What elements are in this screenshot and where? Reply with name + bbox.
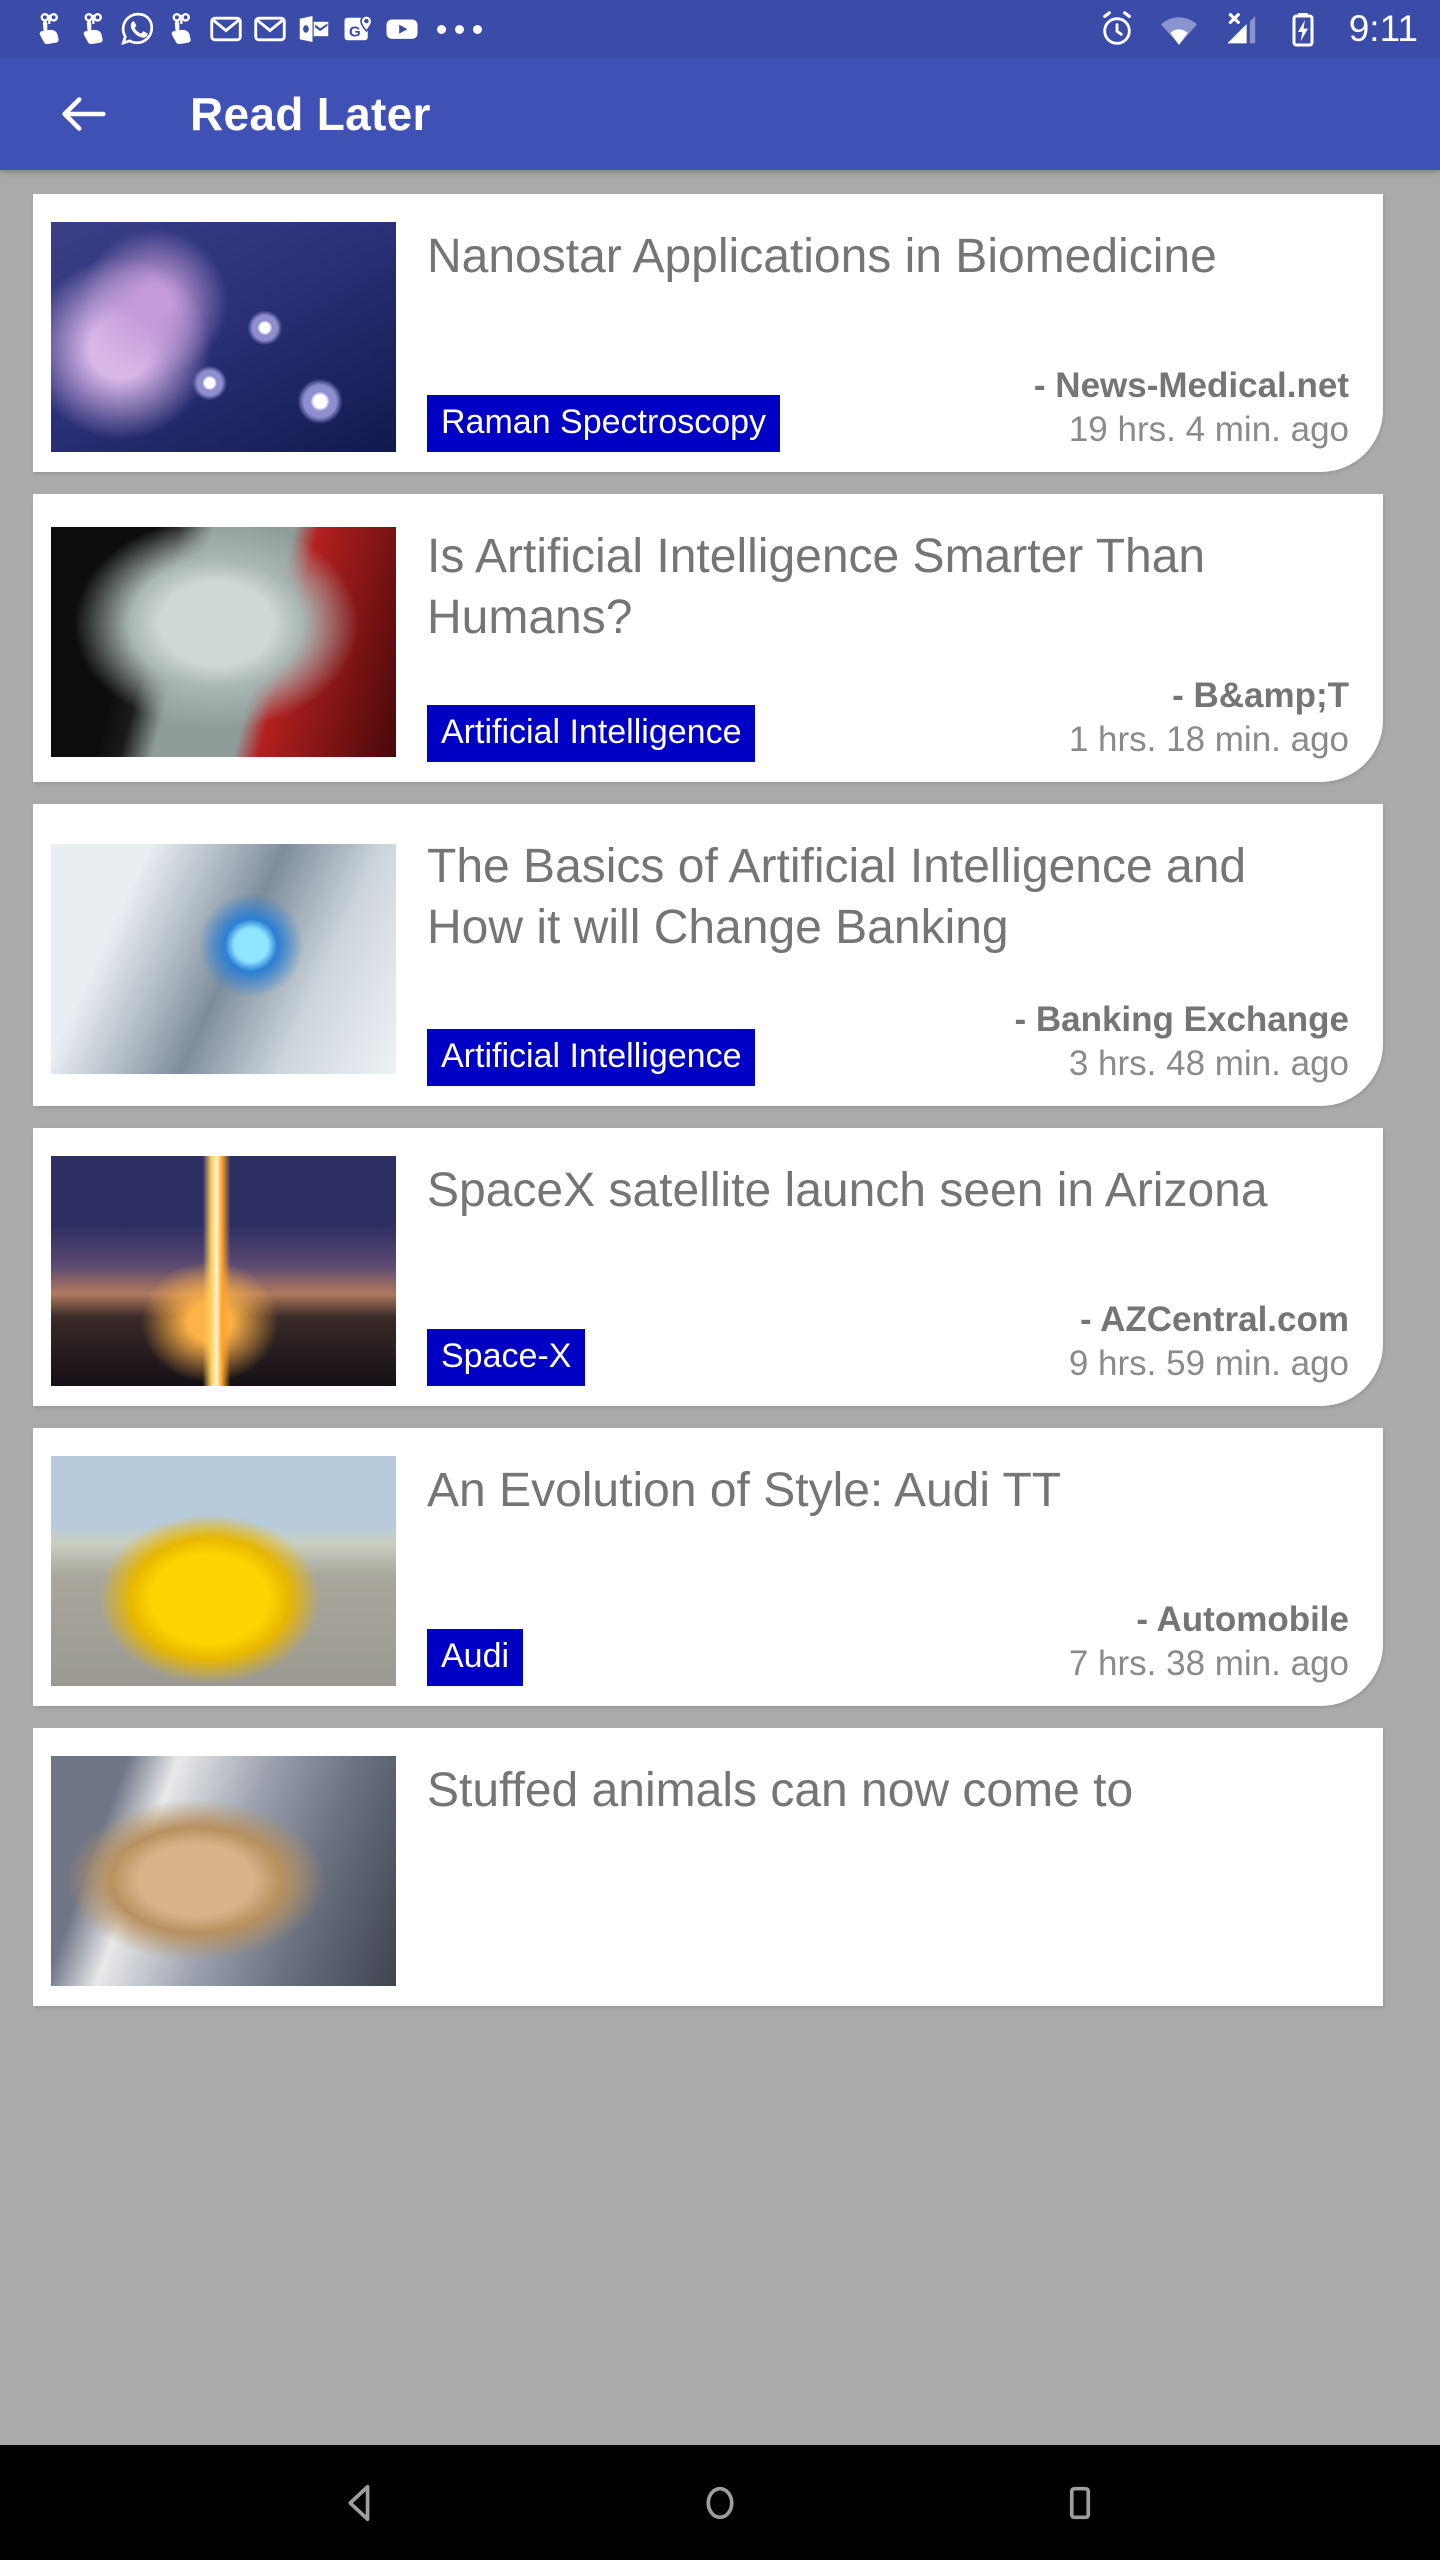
youtube-icon bbox=[380, 7, 424, 51]
article-source-block: - News-Medical.net 19 hrs. 4 min. ago bbox=[804, 365, 1349, 452]
article-tag-badge[interactable]: Artificial Intelligence bbox=[427, 1028, 756, 1086]
article-title: An Evolution of Style: Audi TT bbox=[427, 1463, 1062, 1517]
tap-gesture-icon bbox=[160, 7, 204, 51]
article-thumbnail-container bbox=[33, 522, 427, 762]
article-card[interactable]: Stuffed animals can now come to bbox=[33, 1727, 1383, 2006]
article-source: - AZCentral.com bbox=[1079, 1299, 1349, 1339]
more-notifications-icon bbox=[424, 24, 494, 34]
back-arrow-icon[interactable] bbox=[48, 78, 120, 150]
article-timestamp: 3 hrs. 48 min. ago bbox=[1068, 1044, 1349, 1084]
android-face-thumbnail bbox=[51, 526, 396, 757]
article-source: - Automobile bbox=[1136, 1599, 1349, 1639]
article-timestamp: 9 hrs. 59 min. ago bbox=[1068, 1344, 1349, 1384]
article-tag-badge[interactable]: Audi bbox=[427, 1628, 524, 1686]
article-card[interactable]: Is Artificial Intelligence Smarter Than … bbox=[33, 494, 1383, 782]
outlook-icon bbox=[292, 7, 336, 51]
article-meta: Space-X - AZCentral.com 9 hrs. 59 min. a… bbox=[427, 1273, 1349, 1386]
recents-button[interactable] bbox=[1020, 2445, 1140, 2560]
nanostar-particles-thumbnail bbox=[51, 222, 396, 452]
status-bar: G 9:11 bbox=[0, 0, 1440, 58]
article-timestamp: 1 hrs. 18 min. ago bbox=[1068, 720, 1349, 760]
gmail-icon bbox=[248, 7, 292, 51]
article-source: - B&amp;T bbox=[1172, 675, 1349, 715]
page-title: Read Later bbox=[190, 88, 431, 140]
google-maps-icon: G bbox=[336, 7, 380, 51]
whatsapp-icon bbox=[116, 7, 160, 51]
android-navigation-bar bbox=[0, 2445, 1440, 2560]
article-content: Nanostar Applications in Biomedicine Ram… bbox=[427, 222, 1383, 452]
article-tag-badge[interactable]: Space-X bbox=[427, 1328, 586, 1386]
article-content: An Evolution of Style: Audi TT Audi - Au… bbox=[427, 1456, 1383, 1686]
wifi-icon bbox=[1157, 7, 1201, 51]
article-title: Stuffed animals can now come to bbox=[427, 1763, 1134, 1817]
article-meta: Audi - Automobile 7 hrs. 38 min. ago bbox=[427, 1573, 1349, 1686]
article-source-block: - AZCentral.com 9 hrs. 59 min. ago bbox=[609, 1299, 1349, 1386]
article-thumbnail-container bbox=[33, 832, 427, 1086]
article-content: The Basics of Artificial Intelligence an… bbox=[427, 832, 1383, 1086]
article-tag-badge[interactable]: Artificial Intelligence bbox=[427, 704, 756, 762]
article-card[interactable]: The Basics of Artificial Intelligence an… bbox=[33, 803, 1383, 1106]
article-source: - Banking Exchange bbox=[1014, 999, 1349, 1039]
article-thumbnail-container bbox=[33, 1455, 427, 1686]
article-card[interactable]: An Evolution of Style: Audi TT Audi - Au… bbox=[33, 1427, 1383, 1706]
article-content: Is Artificial Intelligence Smarter Than … bbox=[427, 522, 1383, 762]
svg-text:G: G bbox=[349, 24, 361, 41]
article-meta: Artificial Intelligence - B&amp;T 1 hrs.… bbox=[427, 649, 1349, 762]
article-card[interactable]: Nanostar Applications in Biomedicine Ram… bbox=[33, 194, 1383, 472]
article-content: SpaceX satellite launch seen in Arizona … bbox=[427, 1156, 1383, 1386]
stuffed-animal-thumbnail bbox=[51, 1755, 396, 1986]
tap-gesture-icon bbox=[28, 7, 72, 51]
article-card[interactable]: SpaceX satellite launch seen in Arizona … bbox=[33, 1127, 1383, 1406]
article-source-block: - Banking Exchange 3 hrs. 48 min. ago bbox=[779, 999, 1349, 1086]
article-title: Is Artificial Intelligence Smarter Than … bbox=[427, 530, 1206, 645]
article-thumbnail-container bbox=[33, 1755, 427, 1986]
cellular-signal-off-icon bbox=[1219, 7, 1263, 51]
article-content: Stuffed animals can now come to bbox=[427, 1756, 1383, 1986]
gmail-icon bbox=[204, 7, 248, 51]
status-bar-system-icons: 9:11 bbox=[1095, 7, 1418, 51]
article-source-block: - B&amp;T 1 hrs. 18 min. ago bbox=[779, 675, 1349, 762]
alarm-icon bbox=[1095, 7, 1139, 51]
back-button[interactable] bbox=[300, 2445, 420, 2560]
article-list[interactable]: Nanostar Applications in Biomedicine Ram… bbox=[0, 170, 1440, 2445]
article-source-block: - Automobile 7 hrs. 38 min. ago bbox=[547, 1599, 1349, 1686]
battery-charging-icon bbox=[1281, 7, 1325, 51]
article-source: - News-Medical.net bbox=[1033, 366, 1349, 406]
article-timestamp: 19 hrs. 4 min. ago bbox=[1068, 410, 1349, 450]
yellow-audi-tt-thumbnail bbox=[51, 1455, 396, 1686]
article-title: Nanostar Applications in Biomedicine bbox=[427, 230, 1217, 283]
article-meta: Artificial Intelligence - Banking Exchan… bbox=[427, 959, 1349, 1086]
status-bar-notifications: G bbox=[28, 7, 1095, 51]
article-title: The Basics of Artificial Intelligence an… bbox=[427, 839, 1247, 955]
app-bar: Read Later bbox=[0, 58, 1440, 170]
article-timestamp: 7 hrs. 38 min. ago bbox=[1068, 1644, 1349, 1684]
robot-hand-thumbnail bbox=[51, 843, 396, 1074]
article-thumbnail-container bbox=[33, 222, 427, 452]
home-button[interactable] bbox=[660, 2445, 780, 2560]
status-bar-clock: 9:11 bbox=[1348, 8, 1418, 49]
rocket-launch-thumbnail bbox=[51, 1155, 396, 1386]
article-thumbnail-container bbox=[33, 1155, 427, 1386]
tap-gesture-icon bbox=[72, 7, 116, 51]
article-title: SpaceX satellite launch seen in Arizona bbox=[427, 1163, 1268, 1217]
article-meta: Raman Spectroscopy - News-Medical.net 19… bbox=[427, 339, 1349, 452]
article-tag-badge[interactable]: Raman Spectroscopy bbox=[427, 395, 781, 452]
